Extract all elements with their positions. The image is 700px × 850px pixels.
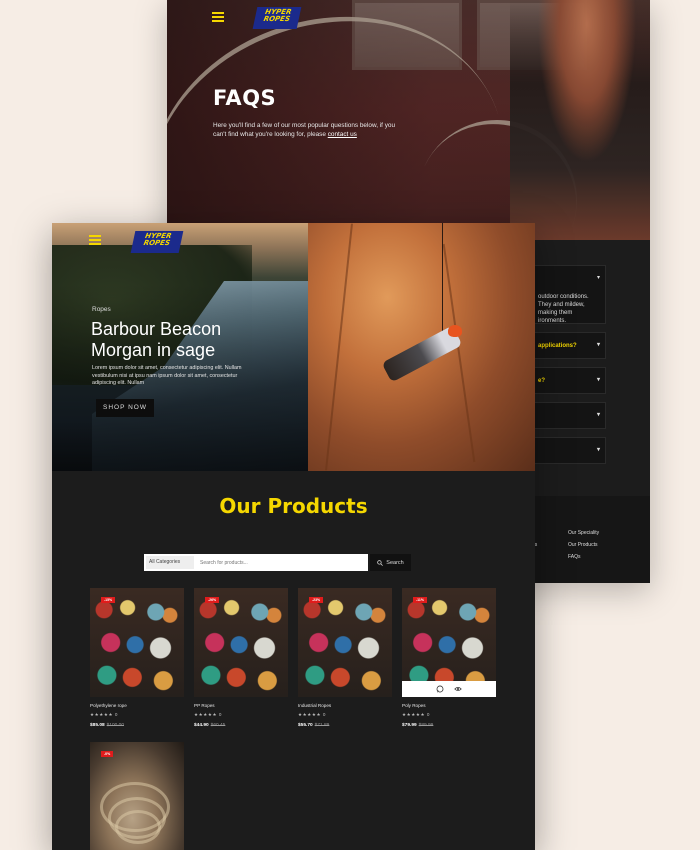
sale-badge: -15% <box>101 597 116 603</box>
sale-badge: -26% <box>205 597 220 603</box>
faq-item[interactable]: ▾ <box>534 437 606 464</box>
cliff-crack-decoration <box>325 223 353 471</box>
product-price: $79.99 $89.99 <box>402 723 496 728</box>
product-image[interactable]: -11% <box>402 588 496 697</box>
sale-badge: -23% <box>309 597 324 603</box>
sale-price: $55.70 <box>298 723 313 728</box>
product-card[interactable]: -15% Polyethylene rope ★★★★★ 0 $85.08 $10… <box>90 588 184 728</box>
product-rating: ★★★★★ 0 <box>90 712 118 717</box>
sale-price: $79.99 <box>402 723 417 728</box>
original-price: $89.99 <box>418 723 434 728</box>
product-name[interactable]: Poly Ropes <box>402 703 496 708</box>
product-price: $44.90 $60.45 <box>194 723 288 728</box>
faq-item[interactable]: outdoor conditions. They and mildew, mak… <box>534 265 606 324</box>
product-rating: ★★★★★ 0 <box>298 712 326 717</box>
sale-badge: -11% <box>413 597 427 603</box>
menu-icon[interactable] <box>89 233 101 247</box>
search-button-label: Search <box>386 559 404 566</box>
sale-price: $44.90 <box>194 723 209 728</box>
contact-us-link[interactable]: contact us <box>328 131 357 138</box>
faq-intro-body: Here you'll find a few of our most popul… <box>213 122 396 138</box>
sale-badge: -0% <box>101 751 114 757</box>
product-price: $55.70 $71.89 <box>298 723 392 728</box>
page-title: FAQS <box>213 86 277 110</box>
product-image[interactable]: -26% <box>194 588 288 697</box>
product-image[interactable]: -15% <box>90 588 184 697</box>
menu-icon[interactable] <box>212 10 224 24</box>
search-button[interactable]: Search <box>370 554 411 571</box>
original-price: $100.00 <box>106 723 125 728</box>
faq-item[interactable]: ▾ <box>534 402 606 429</box>
whatsapp-icon[interactable] <box>436 685 444 693</box>
product-rating: ★★★★★ 0 <box>402 712 430 717</box>
brand-logo[interactable]: HYPER ROPES <box>130 231 184 253</box>
athlete-image <box>510 0 650 240</box>
climber-figure <box>362 223 482 393</box>
chevron-down-icon: ▾ <box>596 275 600 281</box>
chevron-down-icon: ▾ <box>596 377 600 383</box>
faq-question-text: applications? <box>538 343 577 349</box>
faq-item[interactable]: e? ▾ <box>534 367 606 394</box>
chevron-down-icon: ▾ <box>596 412 600 418</box>
hero-title: Barbour Beacon Morgan in sage <box>91 319 221 361</box>
footer-links: Our Speciality Our Products FAQs <box>568 527 599 563</box>
faq-item[interactable]: applications? ▾ <box>534 332 606 359</box>
product-card[interactable]: -26% PP Ropes ★★★★★ 0 $44.90 $60.45 <box>194 588 288 728</box>
eye-icon[interactable] <box>454 685 462 693</box>
faq-answer-text: outdoor conditions. They and mildew, mak… <box>538 294 589 324</box>
original-price: $71.89 <box>314 723 330 728</box>
product-price: $85.08 $100.00 <box>90 723 184 728</box>
original-price: $60.45 <box>210 723 226 728</box>
hero-title-line: Barbour Beacon <box>91 319 222 339</box>
climber-helmet <box>448 325 462 337</box>
category-select[interactable]: All Categories <box>146 556 194 569</box>
hero-description: Lorem ipsum dolor sit amet, consectetur … <box>92 365 242 386</box>
product-name[interactable]: Polyethylene rope <box>90 703 184 708</box>
faq-question-text: e? <box>538 378 546 384</box>
product-name[interactable]: Industrial Ropes <box>298 703 392 708</box>
product-image[interactable]: -0% <box>90 742 184 850</box>
footer-link-products[interactable]: Our Products <box>568 539 599 551</box>
faq-hero-banner <box>167 0 650 369</box>
rope-coil-decoration <box>115 810 161 844</box>
product-quick-actions <box>402 681 496 697</box>
hero-category-label: Ropes <box>92 306 111 313</box>
hero-title-line: Morgan in sage <box>91 340 216 360</box>
sale-price: $85.08 <box>90 723 105 728</box>
hero-banner: HYPER ROPES Ropes Barbour Beacon Morgan … <box>52 223 535 471</box>
product-card[interactable]: -0% <box>90 742 184 850</box>
shop-page-screenshot: HYPER ROPES Ropes Barbour Beacon Morgan … <box>52 223 535 850</box>
faq-intro-text: Here you'll find a few of our most popul… <box>213 121 398 139</box>
footer-link-faqs[interactable]: FAQs <box>568 551 599 563</box>
search-input[interactable] <box>194 556 368 569</box>
product-name[interactable]: PP Ropes <box>194 703 288 708</box>
search-icon <box>377 559 384 566</box>
brand-logo[interactable]: HYPER ROPES <box>252 7 302 29</box>
chevron-down-icon: ▾ <box>596 342 600 348</box>
chevron-down-icon: ▾ <box>596 447 600 453</box>
product-image[interactable]: -23% <box>298 588 392 697</box>
product-card[interactable]: -11% Poly Ropes ★★★★★ 0 $79.99 $89.99 <box>402 588 496 728</box>
product-search-bar: All Categories <box>144 554 368 571</box>
footer-link-speciality[interactable]: Our Speciality <box>568 527 599 539</box>
product-rating: ★★★★★ 0 <box>194 712 222 717</box>
product-card[interactable]: -23% Industrial Ropes ★★★★★ 0 $55.70 $71.… <box>298 588 392 728</box>
faq-accordion: outdoor conditions. They and mildew, mak… <box>534 265 606 472</box>
section-title: Our Products <box>219 494 368 518</box>
shop-now-button[interactable]: SHOP NOW <box>96 399 154 417</box>
